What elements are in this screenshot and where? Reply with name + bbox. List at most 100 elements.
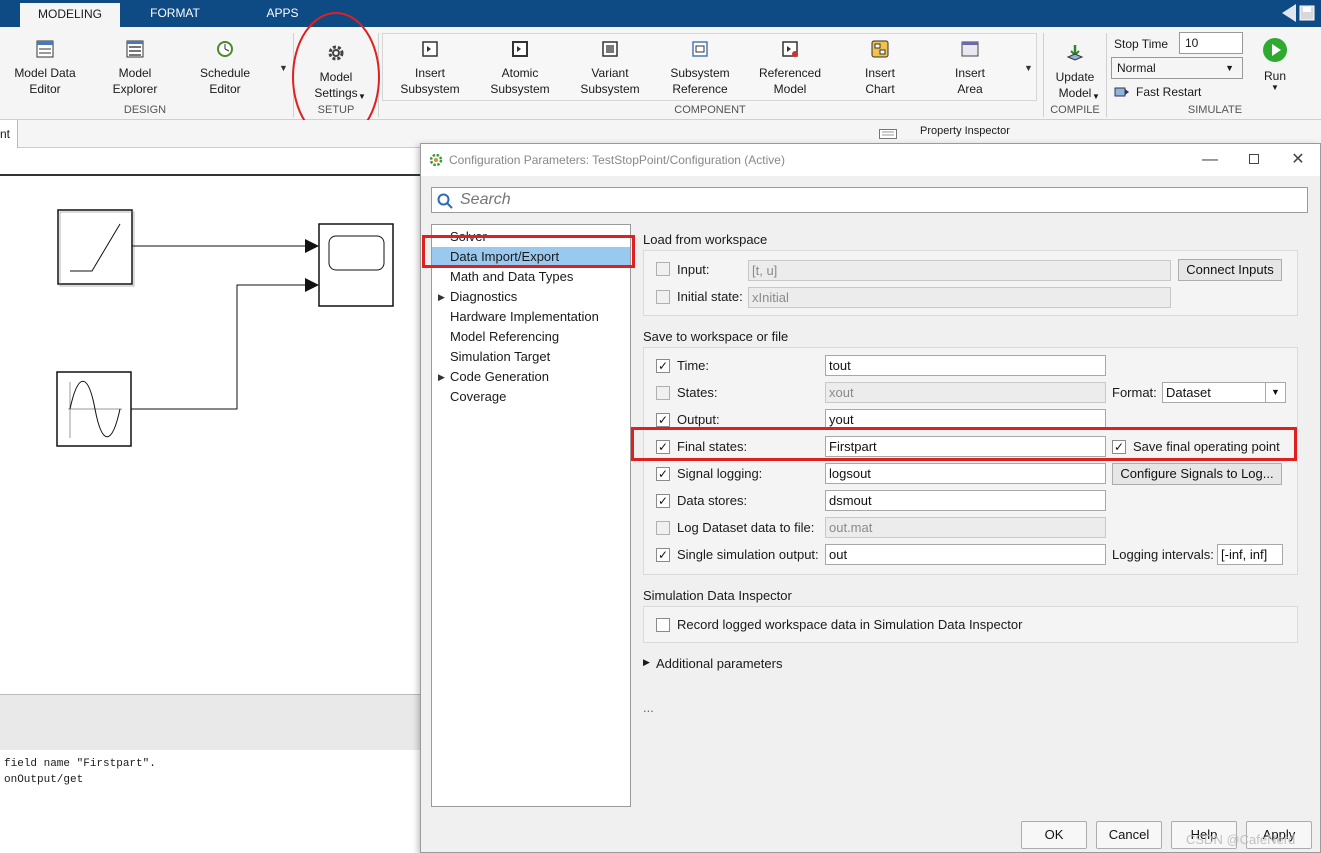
log-dataset-field[interactable]: out.mat xyxy=(825,517,1106,538)
run-icon xyxy=(1263,38,1287,62)
insert-area-button[interactable]: Insert Area xyxy=(930,35,1010,105)
expand-arrow-icon[interactable]: ▶ xyxy=(643,657,650,668)
maximize-button[interactable] xyxy=(1232,144,1276,176)
load-section-title: Load from workspace xyxy=(643,232,768,247)
component-group-label: COMPONENT xyxy=(674,104,746,116)
model-tab[interactable]: nt xyxy=(0,120,18,148)
subsystem-reference-button[interactable]: Subsystem Reference xyxy=(660,35,740,105)
signal-arrow xyxy=(305,278,319,292)
logging-intervals-field[interactable]: [-inf, inf] xyxy=(1217,544,1283,565)
format-select[interactable]: Dataset ▼ xyxy=(1162,382,1286,403)
update-model-button[interactable]: Update Model ▼ xyxy=(1046,39,1104,109)
nav-item-code-generation[interactable]: ▶ Code Generation xyxy=(432,367,630,387)
scope-block[interactable] xyxy=(318,223,394,307)
model-tab-strip: nt xyxy=(0,120,420,148)
model-canvas[interactable] xyxy=(0,176,420,694)
ok-button[interactable]: OK xyxy=(1021,821,1087,849)
model-data-editor-icon xyxy=(36,40,54,58)
search-input[interactable] xyxy=(458,191,1298,209)
nav-item-coverage[interactable]: Coverage xyxy=(432,387,630,407)
schedule-editor-label: Schedule Editor xyxy=(199,66,251,96)
simulation-mode-select[interactable]: Normal ▼ xyxy=(1111,57,1243,79)
model-explorer-button[interactable]: Model Explorer xyxy=(95,35,175,105)
connect-inputs-button[interactable]: Connect Inputs xyxy=(1178,259,1282,281)
command-window[interactable]: field name "Firstpart". onOutput/get xyxy=(0,750,420,853)
dialog-titlebar: Configuration Parameters: TestStopPoint/… xyxy=(421,144,1320,176)
property-inspector-header: Property Inspector xyxy=(420,120,1321,143)
expand-arrow-icon[interactable]: ▶ xyxy=(438,367,445,387)
data-stores-checkbox[interactable]: ✓ xyxy=(656,494,670,508)
fast-restart-label: Fast Restart xyxy=(1136,85,1202,99)
nav-item-math-and-data-types[interactable]: Math and Data Types xyxy=(432,267,630,287)
data-stores-field[interactable]: dsmout xyxy=(825,490,1106,511)
signal-logging-checkbox[interactable]: ✓ xyxy=(656,467,670,481)
record-logged-data-label: Record logged workspace data in Simulati… xyxy=(677,617,1023,632)
format-value: Dataset xyxy=(1166,385,1211,400)
time-field[interactable]: tout xyxy=(825,355,1106,376)
nav-item-simulation-target[interactable]: Simulation Target xyxy=(432,347,630,367)
record-logged-data-checkbox[interactable] xyxy=(656,618,670,632)
states-label: States: xyxy=(677,385,718,400)
input-field[interactable]: [t, u] xyxy=(748,260,1171,281)
collapse-ribbon-icon[interactable] xyxy=(1282,4,1296,22)
initial-state-field[interactable]: xInitial xyxy=(748,287,1171,308)
single-output-field[interactable]: out xyxy=(825,544,1106,565)
stop-time-label: Stop Time xyxy=(1114,37,1169,51)
atomic-subsystem-button[interactable]: Atomic Subsystem xyxy=(480,35,560,105)
signal-logging-field[interactable]: logsout xyxy=(825,463,1106,484)
search-icon xyxy=(437,193,453,209)
close-icon: ✕ xyxy=(1291,151,1305,168)
close-button[interactable]: ✕ xyxy=(1276,144,1320,176)
configure-signals-button[interactable]: Configure Signals to Log... xyxy=(1112,463,1282,485)
minimize-button[interactable]: — xyxy=(1188,144,1232,176)
model-data-editor-button[interactable]: Model Data Editor xyxy=(5,35,85,105)
run-button[interactable]: Run ▼ xyxy=(1250,37,1300,101)
states-checkbox[interactable] xyxy=(656,386,670,400)
property-inspector-title: Property Inspector xyxy=(920,125,1010,137)
initial-state-checkbox[interactable] xyxy=(656,290,670,304)
nav-item-label: Code Generation xyxy=(450,369,550,384)
block-diagram xyxy=(56,209,394,447)
nav-item-model-referencing[interactable]: Model Referencing xyxy=(432,327,630,347)
dialog-title: Configuration Parameters: TestStopPoint/… xyxy=(449,153,785,167)
nav-item-hardware-implementation[interactable]: Hardware Implementation xyxy=(432,307,630,327)
cancel-button[interactable]: Cancel xyxy=(1096,821,1162,849)
signal-arrow xyxy=(305,239,319,253)
ramp-block[interactable] xyxy=(57,209,135,287)
single-output-checkbox[interactable]: ✓ xyxy=(656,548,670,562)
states-field[interactable]: xout xyxy=(825,382,1106,403)
sine-wave-block[interactable] xyxy=(56,371,132,447)
data-stores-label: Data stores: xyxy=(677,493,748,508)
atomic-subsystem-icon xyxy=(512,41,528,57)
tab-modeling[interactable]: MODELING xyxy=(20,3,120,27)
fast-restart-button[interactable]: Fast Restart xyxy=(1114,85,1234,101)
schedule-editor-button[interactable]: Schedule Editor xyxy=(185,35,265,105)
model-breadcrumb-bar xyxy=(0,148,420,176)
referenced-model-button[interactable]: Referenced Model xyxy=(750,35,830,105)
nav-item-diagnostics[interactable]: ▶ Diagnostics xyxy=(432,287,630,307)
nav-item-label: Coverage xyxy=(450,389,507,404)
insert-subsystem-label: Insert Subsystem xyxy=(400,66,460,96)
save-icon[interactable] xyxy=(1299,4,1315,22)
input-checkbox[interactable] xyxy=(656,262,670,276)
tab-format[interactable]: FORMAT xyxy=(135,0,215,27)
expand-arrow-icon[interactable]: ▶ xyxy=(438,287,445,307)
design-gallery-expand-icon[interactable]: ▼ xyxy=(279,63,288,73)
variant-subsystem-button[interactable]: Variant Subsystem xyxy=(570,35,650,105)
ribbon: Model Data Editor Model Explorer Schedul… xyxy=(0,27,1321,120)
additional-parameters-label[interactable]: Additional parameters xyxy=(656,656,782,672)
minimize-icon: — xyxy=(1202,151,1218,168)
save-section-title: Save to workspace or file xyxy=(643,329,789,344)
format-label: Format: xyxy=(1112,385,1157,400)
component-gallery-expand-icon[interactable]: ▼ xyxy=(1024,63,1033,73)
signal-line[interactable] xyxy=(131,284,305,410)
log-dataset-checkbox[interactable] xyxy=(656,521,670,535)
simulation-mode-value: Normal xyxy=(1117,61,1156,75)
time-checkbox[interactable]: ✓ xyxy=(656,359,670,373)
insert-subsystem-button[interactable]: Insert Subsystem xyxy=(390,35,470,105)
variant-subsystem-icon xyxy=(602,41,618,57)
search-box[interactable] xyxy=(431,187,1308,213)
output-checkbox[interactable]: ✓ xyxy=(656,413,670,427)
stop-time-input[interactable]: 10 xyxy=(1179,32,1243,54)
insert-chart-button[interactable]: Insert Chart xyxy=(840,35,920,105)
